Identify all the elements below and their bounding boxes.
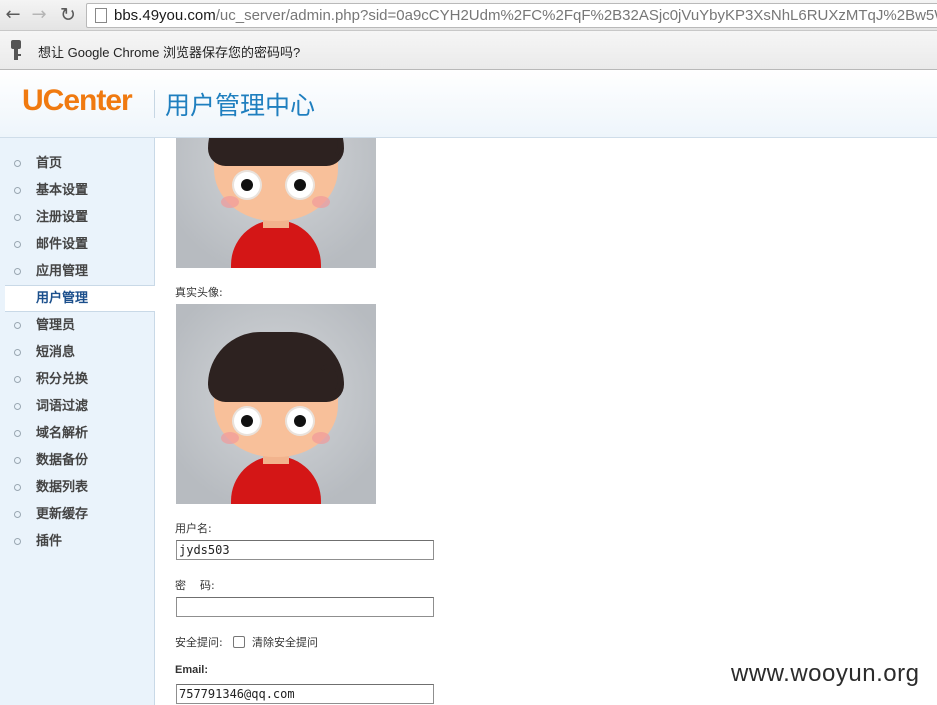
bullet-icon: [14, 268, 21, 275]
sidebar-item-label: 基本设置: [36, 183, 89, 198]
bullet-icon: [14, 403, 21, 410]
sidebar-item[interactable]: 数据列表: [0, 474, 154, 501]
real-avatar-label: 真实头像:: [175, 286, 223, 299]
address-bar[interactable]: bbs.49you.com/uc_server/admin.php?sid=0a…: [86, 3, 937, 28]
sidebar-item[interactable]: 更新缓存: [0, 501, 154, 528]
sidebar-item-label: 数据列表: [36, 480, 89, 495]
header-divider: [154, 90, 155, 118]
url-path: /uc_server/admin.php?sid=0a9cCYH2Udm%2FC…: [215, 7, 937, 24]
sidebar-item-label: 首页: [36, 156, 63, 171]
sidebar-item[interactable]: 积分兑换: [0, 366, 154, 393]
forward-arrow-icon[interactable]: →: [28, 4, 50, 26]
sidebar-item-label: 注册设置: [36, 210, 89, 225]
page-icon: [95, 8, 107, 23]
page-title: 用户管理中心: [165, 91, 316, 120]
browser-toolbar: ← → ↻ bbs.49you.com/uc_server/admin.php?…: [0, 0, 937, 31]
bullet-icon: [14, 511, 21, 518]
sidebar-item-label: 用户管理: [36, 291, 89, 306]
sidebar-item-label: 插件: [36, 534, 63, 549]
username-label: 用户名:: [175, 522, 212, 535]
back-arrow-icon[interactable]: ←: [2, 4, 24, 26]
password-input[interactable]: [176, 597, 434, 617]
sidebar-item-label: 更新缓存: [36, 507, 89, 522]
sidebar-item[interactable]: 插件: [0, 528, 154, 555]
sidebar-item[interactable]: 数据备份: [0, 447, 154, 474]
security-question-label: 安全提问:: [175, 636, 223, 649]
sidebar-item[interactable]: 用户管理: [5, 285, 155, 312]
reload-icon[interactable]: ↻: [57, 4, 79, 26]
bullet-icon: [14, 376, 21, 383]
sidebar-item[interactable]: 词语过滤: [0, 393, 154, 420]
bullet-icon: [14, 241, 21, 248]
watermark: www.wooyun.org: [731, 660, 920, 687]
email-label: Email:: [175, 664, 209, 676]
sidebar-item-label: 域名解析: [36, 426, 89, 441]
sidebar-item-label: 数据备份: [36, 453, 89, 468]
ucenter-header: UCenter 用户管理中心: [0, 70, 937, 138]
url-host: bbs.49you.com: [114, 7, 216, 24]
bullet-icon: [14, 322, 21, 329]
sidebar-menu: 首页基本设置注册设置邮件设置应用管理用户管理管理员短消息积分兑换词语过滤域名解析…: [0, 150, 155, 555]
sidebar-item[interactable]: 注册设置: [0, 204, 154, 231]
ucenter-logo[interactable]: UCenter: [22, 84, 133, 118]
sidebar-item[interactable]: 管理员: [0, 312, 154, 339]
clear-security-checkbox[interactable]: [233, 636, 245, 648]
sidebar-item[interactable]: 首页: [0, 150, 154, 177]
username-input[interactable]: jyds503: [176, 540, 434, 560]
key-icon: [10, 40, 22, 60]
sidebar-item-label: 邮件设置: [36, 237, 89, 252]
main-content: 真实头像: 用户名: jyds503 密 码: 安全提问: 清除安全提问 Ema…: [155, 138, 937, 705]
sidebar-item-label: 积分兑换: [36, 372, 89, 387]
real-avatar-image: [176, 304, 376, 504]
sidebar-item[interactable]: 短消息: [0, 339, 154, 366]
bullet-icon: [14, 484, 21, 491]
bullet-icon: [14, 214, 21, 221]
clear-security-label[interactable]: 清除安全提问: [252, 634, 318, 650]
sidebar-item[interactable]: 应用管理: [0, 258, 154, 285]
sidebar-item-label: 词语过滤: [36, 399, 89, 414]
sidebar-item[interactable]: 基本设置: [0, 177, 154, 204]
save-password-infobar: 想让 Google Chrome 浏览器保存您的密码吗?: [0, 31, 937, 70]
avatar-image: [176, 138, 376, 268]
bullet-icon: [14, 349, 21, 356]
url-text: bbs.49you.com/uc_server/admin.php?sid=0a…: [114, 4, 937, 27]
password-label: 密 码:: [175, 579, 215, 592]
bullet-icon: [14, 457, 21, 464]
bullet-icon: [14, 160, 21, 167]
bullet-icon: [14, 187, 21, 194]
bullet-icon: [14, 538, 21, 545]
sidebar-item[interactable]: 域名解析: [0, 420, 154, 447]
sidebar-item[interactable]: 邮件设置: [0, 231, 154, 258]
sidebar-item-label: 短消息: [36, 345, 76, 360]
sidebar-item-label: 管理员: [36, 318, 76, 333]
sidebar: 首页基本设置注册设置邮件设置应用管理用户管理管理员短消息积分兑换词语过滤域名解析…: [0, 138, 155, 705]
email-input[interactable]: 757791346@qq.com: [176, 684, 434, 704]
sidebar-item-label: 应用管理: [36, 264, 89, 279]
bullet-icon: [14, 430, 21, 437]
infobar-message: 想让 Google Chrome 浏览器保存您的密码吗?: [38, 45, 301, 60]
